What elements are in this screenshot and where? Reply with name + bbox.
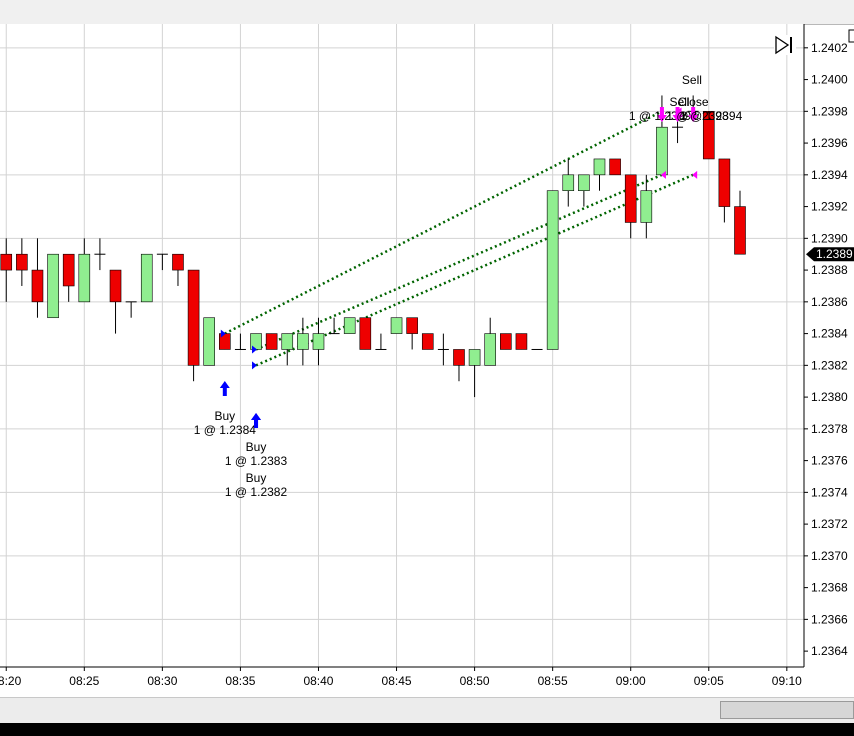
scrollbar-thumb[interactable] xyxy=(720,701,854,719)
sell-label: Close xyxy=(678,95,709,109)
x-tick-label: 08:45 xyxy=(382,674,412,688)
candle-down xyxy=(734,206,746,255)
candle-up xyxy=(297,333,309,350)
x-axis: 08:20 08:25 08:30 08:35 08:40 08:45 08:50 08:55… xyxy=(0,667,802,688)
y-tick-label: 1.2384 xyxy=(811,327,848,341)
horizontal-scrollbar[interactable] xyxy=(0,697,854,724)
buy-label: Buy xyxy=(246,471,267,485)
candle-down xyxy=(109,269,122,303)
y-tick-label: 1.2376 xyxy=(811,454,848,468)
x-tick-label: 08:55 xyxy=(538,674,568,688)
candle-up xyxy=(562,174,575,192)
y-tick-label: 1.2392 xyxy=(811,200,848,214)
y-tick-label: 1.2390 xyxy=(811,231,848,245)
candle-down xyxy=(500,333,512,350)
x-tick-label: 09:10 xyxy=(772,674,802,688)
sell-label: Sell xyxy=(682,73,702,87)
chart-toolbar xyxy=(0,0,854,25)
candle-up xyxy=(312,333,325,350)
y-tick-label: 1.2364 xyxy=(811,644,848,658)
skip-to-end-icon[interactable] xyxy=(774,35,796,55)
buy-detail: 1 @ 1.2383 xyxy=(225,454,288,468)
price-chart: Buy1 @ 1.2384Buy1 @ 1.2383Buy1 @ 1.2382S… xyxy=(0,24,854,688)
buy-detail: 1 @ 1.2382 xyxy=(225,485,288,499)
bottom-border xyxy=(0,723,854,736)
candle-down xyxy=(718,158,731,207)
y-tick-label: 1.2366 xyxy=(811,612,848,626)
candle-up xyxy=(390,317,403,334)
x-tick-label: 08:35 xyxy=(225,674,255,688)
candle-up xyxy=(78,253,91,303)
y-tick-label: 1.2396 xyxy=(811,136,848,150)
y-tick-label: 1.2370 xyxy=(811,549,848,563)
buy-label: Buy xyxy=(246,440,267,454)
sell-detail: 1 @ 1.2394 xyxy=(680,109,743,123)
x-tick-label: 08:25 xyxy=(69,674,99,688)
y-axis: 1.2364 1.2366 1.2368 1.2370 1.2372 1.2374 1.23… xyxy=(804,41,848,658)
x-tick-label: 08:40 xyxy=(303,674,333,688)
y-tick-label: 1.2374 xyxy=(811,485,848,499)
candle-down xyxy=(62,253,75,287)
y-tick-label: 1.2394 xyxy=(811,168,848,182)
x-tick-label: 08:50 xyxy=(460,674,490,688)
candle-down xyxy=(172,253,184,271)
candle-up xyxy=(546,190,559,350)
candle-down xyxy=(609,158,621,176)
y-tick-label: 1.2368 xyxy=(811,581,848,595)
axis-corner-box xyxy=(848,29,854,43)
x-tick-label: 08:20 xyxy=(0,674,22,688)
candle-down xyxy=(0,253,13,271)
candle-down xyxy=(187,269,200,366)
x-tick-label: 09:05 xyxy=(694,674,724,688)
candle-up xyxy=(468,349,481,366)
candle-up xyxy=(47,253,59,319)
y-tick-label: 1.2372 xyxy=(811,517,848,531)
candle-up xyxy=(140,253,153,303)
candle-up xyxy=(578,174,590,192)
y-tick-label: 1.2400 xyxy=(811,73,848,87)
candle-down xyxy=(515,333,528,350)
candle-up xyxy=(640,190,653,223)
y-tick-label: 1.2378 xyxy=(811,422,848,436)
candle-down xyxy=(406,317,418,334)
candle-up xyxy=(203,317,215,366)
candle-down xyxy=(16,253,28,271)
candle-up xyxy=(593,158,606,176)
buy-detail: 1 @ 1.2384 xyxy=(194,423,257,437)
x-tick-label: 08:30 xyxy=(147,674,177,688)
buy-label: Buy xyxy=(214,409,235,423)
y-tick-label: 1.2388 xyxy=(811,263,848,277)
candle-up xyxy=(484,333,497,366)
y-tick-label: 1.2382 xyxy=(811,358,848,372)
candle-down xyxy=(31,269,44,303)
y-tick-label: 1.2386 xyxy=(811,295,848,309)
candle-down xyxy=(421,333,434,350)
candle-up xyxy=(281,333,294,350)
candle-up xyxy=(343,317,356,334)
candle-up xyxy=(656,126,668,176)
y-tick-label: 1.2398 xyxy=(811,104,848,118)
candle-down xyxy=(265,333,278,350)
x-tick-label: 09:00 xyxy=(616,674,646,688)
candle-down xyxy=(359,317,372,350)
candle-down xyxy=(453,349,465,366)
last-price-tag: 1.2389 xyxy=(806,247,854,262)
price-tag-label: 1.2389 xyxy=(816,247,853,261)
y-tick-label: 1.2402 xyxy=(811,41,848,55)
y-tick-label: 1.2380 xyxy=(811,390,848,404)
candle-down xyxy=(624,174,637,223)
